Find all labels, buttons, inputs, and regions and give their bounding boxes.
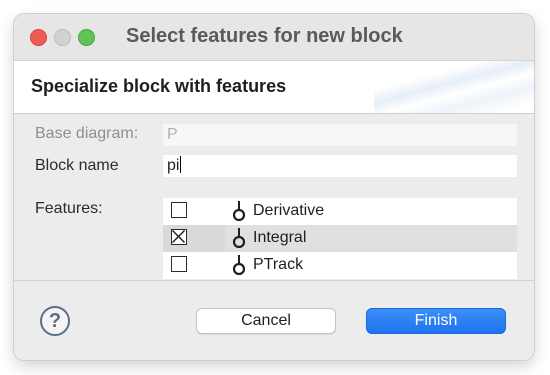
close-window-button[interactable]	[30, 29, 47, 46]
checkbox-cell	[163, 198, 225, 225]
button-bar: ? Cancel Finish	[14, 280, 534, 360]
feature-name: PTrack	[253, 256, 304, 273]
block-name-value: pi	[167, 157, 180, 174]
feature-row-ptrack[interactable]: PTrack	[163, 252, 517, 279]
features-label: Features:	[35, 200, 103, 217]
feature-name-cell: Integral	[225, 225, 517, 252]
feature-name: Integral	[253, 229, 307, 246]
block-name-input[interactable]: pi	[163, 155, 517, 177]
lollipop-port-icon	[232, 228, 246, 248]
base-diagram-value: P	[167, 126, 178, 143]
cancel-button[interactable]: Cancel	[196, 308, 336, 334]
window-title: Select features for new block	[126, 25, 403, 47]
feature-name-cell: Derivative	[225, 198, 517, 225]
title-bar[interactable]: Select features for new block	[14, 14, 534, 61]
integral-checkbox[interactable]	[171, 229, 187, 245]
minimize-window-button[interactable]	[54, 29, 71, 46]
form-area: Base diagram: P Block name pi Features: …	[14, 114, 534, 280]
feature-name-cell: PTrack	[225, 252, 517, 279]
banner-decoration	[374, 61, 534, 113]
base-diagram-field: P	[163, 124, 517, 146]
checkbox-cell	[163, 252, 225, 279]
derivative-checkbox[interactable]	[171, 202, 187, 218]
block-name-label: Block name	[35, 157, 119, 174]
feature-row-derivative[interactable]: Derivative	[163, 198, 517, 225]
wizard-banner: Specialize block with features	[14, 61, 534, 114]
feature-name: Derivative	[253, 202, 325, 219]
finish-button[interactable]: Finish	[366, 308, 506, 334]
banner-title: Specialize block with features	[31, 76, 287, 96]
features-list[interactable]: Derivative Integral PTrack	[163, 198, 517, 279]
lollipop-port-icon	[232, 201, 246, 221]
text-caret	[180, 156, 182, 173]
help-icon[interactable]: ?	[40, 306, 70, 336]
checkbox-cell	[163, 225, 225, 252]
feature-row-integral[interactable]: Integral	[163, 225, 517, 252]
zoom-window-button[interactable]	[78, 29, 95, 46]
x-check-icon	[172, 230, 185, 243]
dialog-window: Select features for new block Specialize…	[14, 14, 534, 360]
lollipop-port-icon	[232, 255, 246, 275]
base-diagram-label: Base diagram:	[35, 125, 139, 142]
ptrack-checkbox[interactable]	[171, 256, 187, 272]
